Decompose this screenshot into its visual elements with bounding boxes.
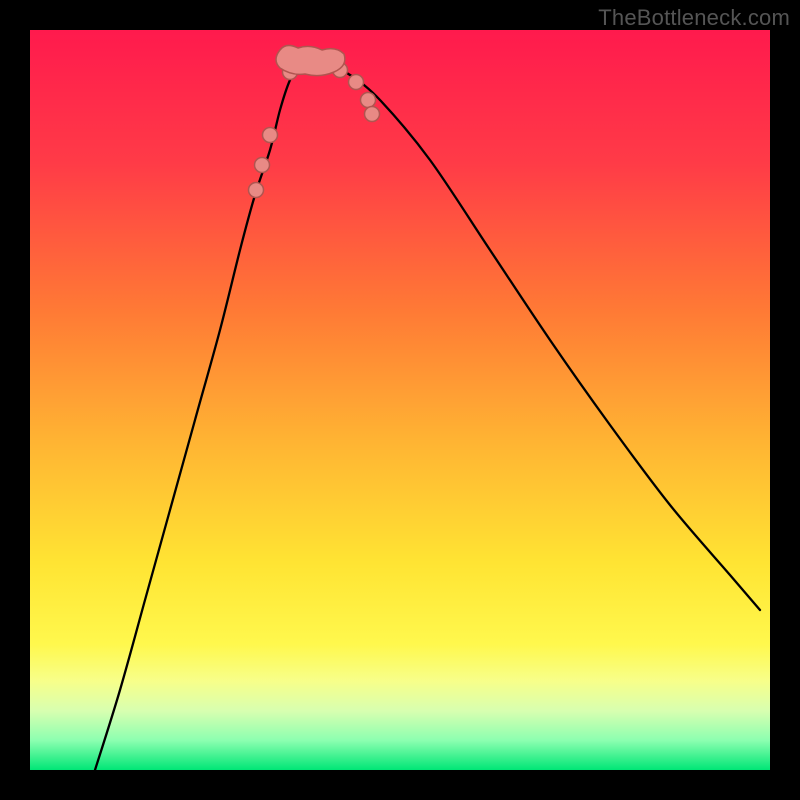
curve-marker — [255, 158, 270, 173]
curve-marker — [349, 75, 364, 90]
bottleneck-curve — [95, 59, 760, 770]
curve-marker — [249, 183, 264, 198]
min-blob — [276, 45, 345, 75]
plot-area — [30, 30, 770, 770]
watermark-label: TheBottleneck.com — [598, 5, 790, 31]
curve-marker — [263, 128, 278, 143]
chart-frame: TheBottleneck.com — [0, 0, 800, 800]
curve-layer — [30, 30, 770, 770]
curve-marker — [365, 107, 380, 122]
curve-marker — [361, 93, 376, 108]
